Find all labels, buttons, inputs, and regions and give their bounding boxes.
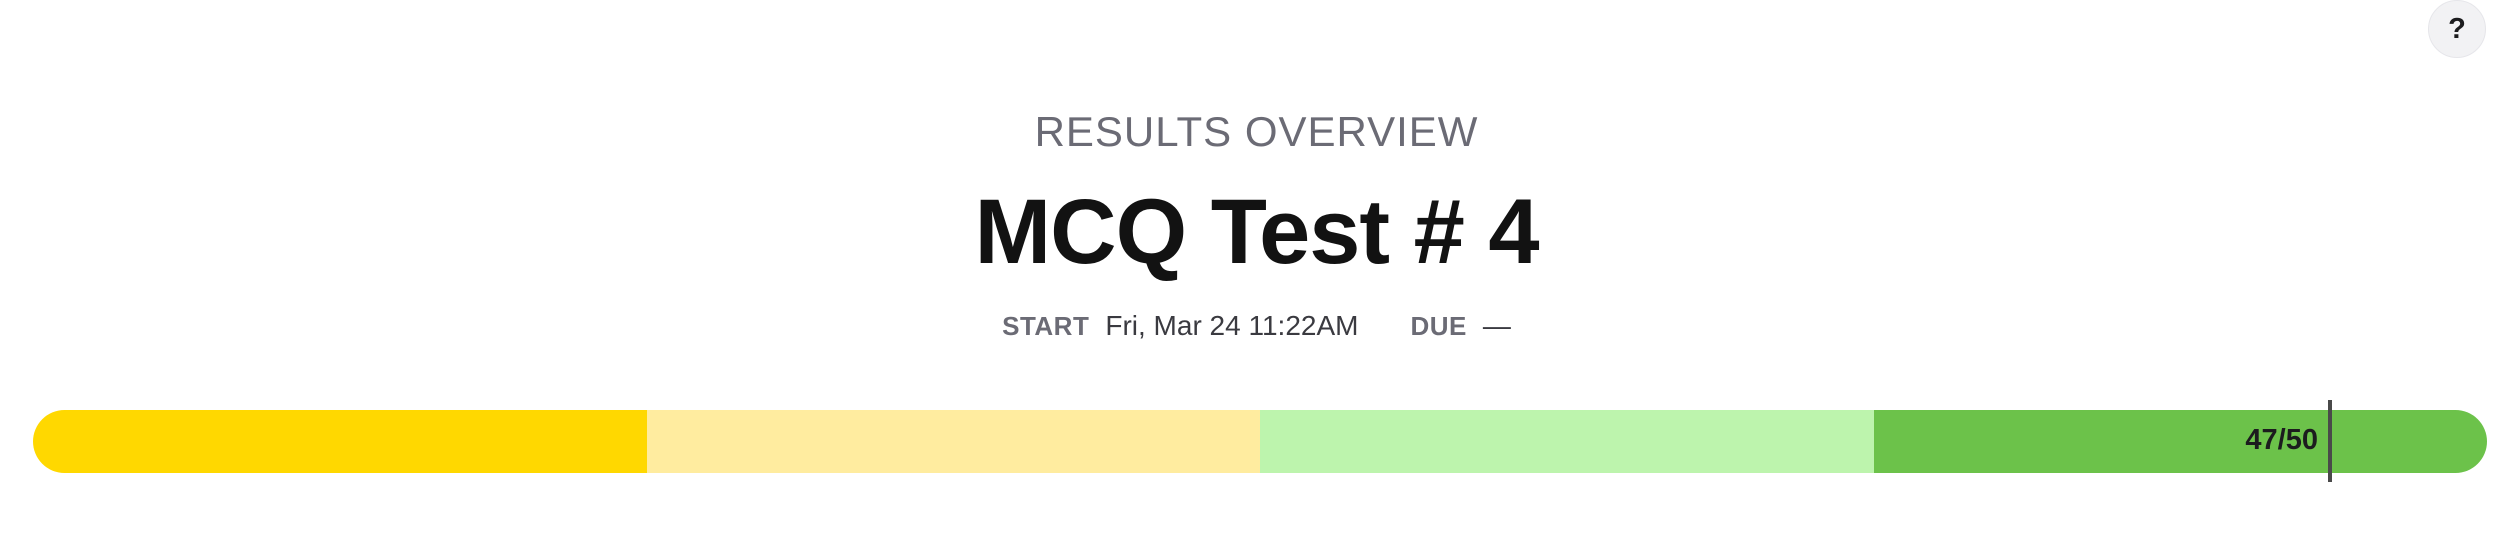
- score-band-segment: [33, 410, 647, 473]
- page-title: MCQ Test # 4: [974, 181, 1540, 283]
- score-marker: [2328, 400, 2332, 482]
- start-label: START: [1002, 311, 1090, 341]
- start-value: Fri, Mar 24 11:22AM: [1105, 310, 1359, 341]
- score-progress-bar: [33, 410, 2487, 473]
- results-overview-page: ? RESULTS OVERVIEW MCQ Test # 4 START Fr…: [0, 0, 2513, 537]
- start-info: START Fri, Mar 24 11:22AM: [1002, 310, 1358, 342]
- score-band-segment: [646, 410, 1260, 473]
- due-value: —: [1482, 310, 1511, 341]
- due-label: DUE: [1410, 311, 1467, 341]
- score-label: 47/50: [2245, 424, 2318, 456]
- help-button[interactable]: ?: [2428, 0, 2486, 58]
- score-band-segment: [1873, 410, 2487, 473]
- test-meta: START Fri, Mar 24 11:22AM DUE —: [0, 310, 2513, 342]
- help-icon: ?: [2448, 12, 2466, 45]
- page-subtitle: RESULTS OVERVIEW: [1034, 108, 1479, 155]
- due-info: DUE —: [1410, 310, 1510, 342]
- score-band-segment: [1260, 410, 1874, 473]
